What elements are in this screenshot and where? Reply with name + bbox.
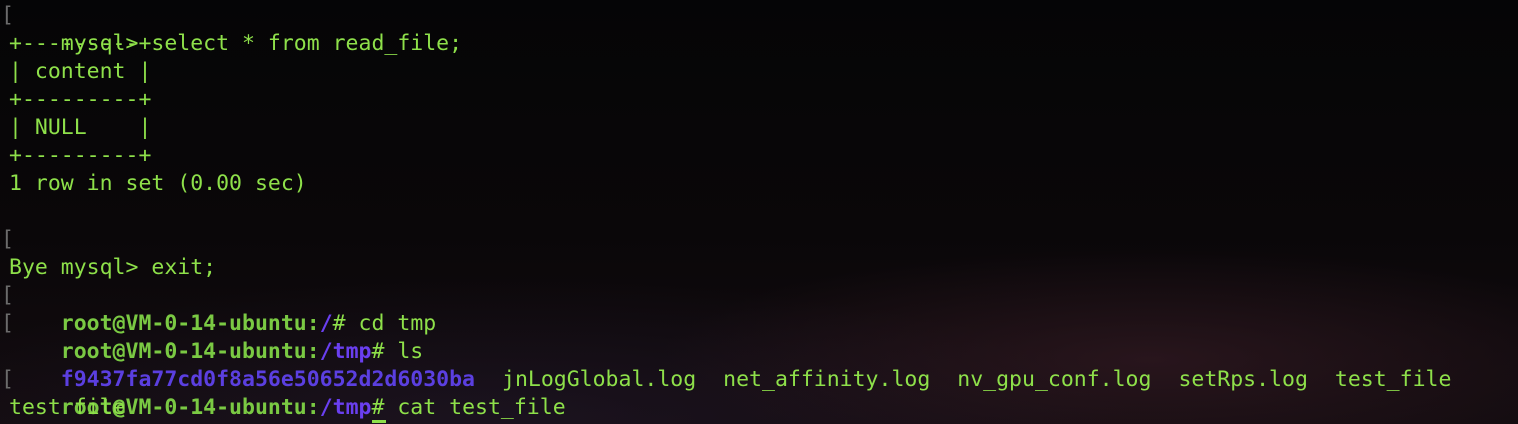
margin-bracket: [: [1, 3, 14, 28]
cat-output: test file: [9, 395, 126, 420]
table-border-top: +---------+: [9, 31, 152, 56]
margin-bracket: [: [1, 283, 14, 308]
text-cursor: [372, 420, 386, 423]
margin-bracket: [: [1, 367, 14, 392]
mysql-select-line: [mysql> select * from read_file;: [0, 2, 1518, 56]
terminal-window[interactable]: [mysql> select * from read_file; +------…: [0, 0, 1518, 424]
ls-output: f9437fa77cd0f8a56e50652d2d6030ba jnLogGlo…: [0, 338, 1518, 392]
table-border-bottom: +---------+: [9, 143, 152, 168]
shell-cat-line: [root@VM-0-14-ubuntu:/tmp# cat test_file: [0, 366, 1518, 420]
shell-ls-line: [root@VM-0-14-ubuntu:/tmp# ls: [0, 310, 1518, 364]
margin-bracket: [: [1, 311, 14, 336]
bye-text: Bye: [9, 255, 48, 280]
table-header: | content |: [9, 59, 152, 84]
row-count-text: 1 row in set (0.00 sec): [9, 171, 307, 196]
table-border-mid: +---------+: [9, 87, 152, 112]
mysql-exit-line: [mysql> exit;: [0, 226, 1518, 280]
shell-cd-line: [root@VM-0-14-ubuntu:/# cd tmp: [0, 282, 1518, 336]
table-row: | NULL |: [9, 115, 152, 140]
margin-bracket: [: [1, 227, 14, 252]
